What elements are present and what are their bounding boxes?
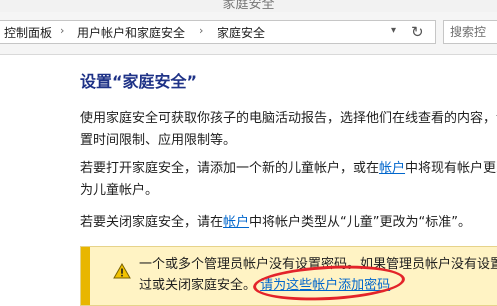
- warning-text: 过或关闭家庭安全。: [139, 278, 257, 293]
- enable-instructions: 若要打开家庭安全，请添加一个新的儿童帐户，或在帐户中将现有帐户更改为儿童帐户。: [80, 158, 497, 202]
- warning-icon: [113, 263, 131, 279]
- enable-text-start: 若要打开家庭安全，请添加一个新的儿童帐户，或在: [80, 161, 380, 176]
- intro-text: 使用家庭安全可获取你孩子的电脑活动报告，选择他们在线查看的内容，设置时间限制、应…: [80, 111, 497, 148]
- disable-text-start: 若要关闭家庭安全，请在: [80, 215, 224, 230]
- refresh-icon[interactable]: ↻: [411, 22, 424, 42]
- disable-instructions: 若要关闭家庭安全，请在帐户中将帐户类型从“儿童”更改为“标准”。: [80, 212, 497, 234]
- warning-accent-bar: [81, 247, 90, 305]
- breadcrumb-control-panel[interactable]: 控制面板: [4, 24, 52, 41]
- chevron-right-icon[interactable]: ›: [60, 24, 64, 37]
- accounts-link[interactable]: 帐户: [223, 215, 249, 230]
- search-input[interactable]: [444, 22, 497, 42]
- breadcrumb-user-accounts[interactable]: 用户帐户和家庭安全: [77, 24, 185, 41]
- warning-message-line2: 过或关闭家庭安全。 请为这些帐户添加密码: [139, 274, 390, 293]
- warning-message: 一个或多个管理员帐户没有设置密码。如果管理员帐户没有设置: [139, 257, 497, 272]
- window-title: 家庭安全: [222, 0, 275, 12]
- address-bar: 控制面板 › 用户帐户和家庭安全 › 家庭安全 ▾ ↻: [0, 12, 497, 55]
- breadcrumb[interactable]: 控制面板 › 用户帐户和家庭安全 › 家庭安全 ▾ ↻: [0, 20, 436, 44]
- title-bar: 家庭安全: [0, 0, 497, 12]
- page-title: 设置“家庭安全”: [80, 72, 198, 91]
- add-password-link[interactable]: 请为这些帐户添加密码: [260, 278, 390, 293]
- disable-text-end: 中将帐户类型从“儿童”更改为“标准”。: [249, 215, 471, 230]
- chevron-down-icon[interactable]: ▾: [391, 25, 396, 36]
- warning-banner: 一个或多个管理员帐户没有设置密码。如果管理员帐户没有设置 过或关闭家庭安全。 请…: [80, 246, 497, 306]
- accounts-link[interactable]: 帐户: [379, 161, 405, 176]
- chevron-right-icon[interactable]: ›: [199, 24, 203, 37]
- breadcrumb-family-safety[interactable]: 家庭安全: [217, 24, 265, 41]
- search-field[interactable]: [443, 20, 497, 44]
